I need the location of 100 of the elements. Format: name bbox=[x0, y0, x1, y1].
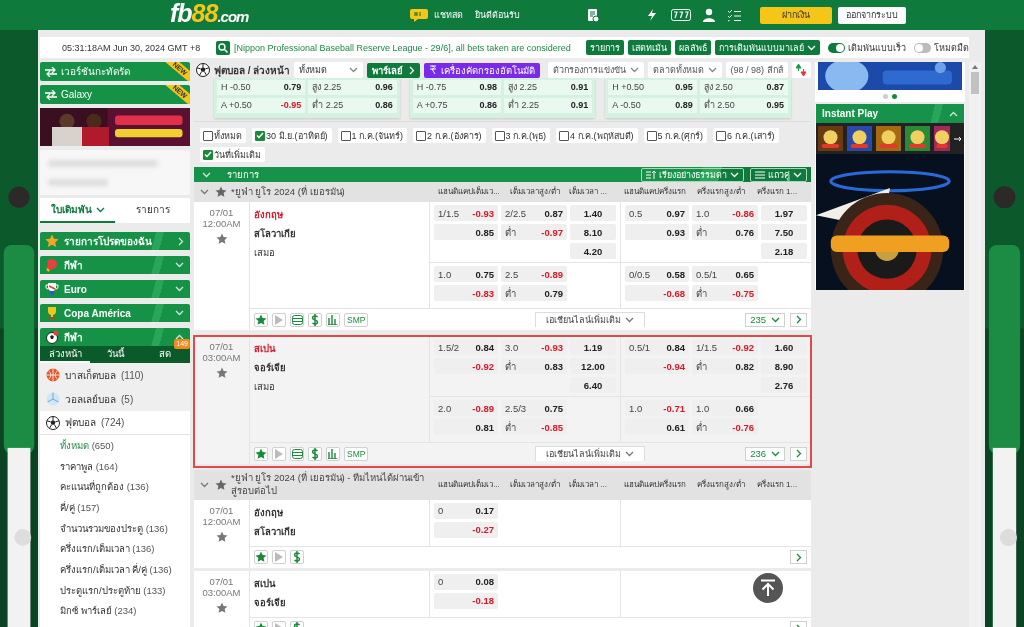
smp-button[interactable]: SMP bbox=[344, 312, 369, 327]
odds-cell[interactable]: 2.76 bbox=[761, 377, 807, 393]
market-count-dropdown[interactable]: 235 bbox=[745, 312, 785, 327]
odds-cell[interactable]: 2.18 bbox=[761, 243, 807, 259]
odds-cell[interactable]: -0.18 bbox=[434, 592, 498, 609]
filter-dropdown[interactable]: ทั้งหมด bbox=[294, 62, 363, 78]
chevron-down-icon[interactable] bbox=[200, 481, 209, 488]
odds-cell[interactable]: 0.5 0.97 bbox=[625, 205, 689, 221]
sort-button[interactable] bbox=[791, 62, 811, 78]
odds-cell[interactable]: 0.5/1 0.84 bbox=[625, 339, 689, 355]
view-dropdown[interactable]: แถวคู่ bbox=[750, 167, 807, 182]
checkbox[interactable] bbox=[203, 130, 213, 141]
tool-button[interactable] bbox=[254, 446, 268, 461]
nav-button[interactable]: ผลลัพธ์ bbox=[675, 40, 711, 55]
odds-cell[interactable]: H +0.50 0.95 bbox=[608, 80, 697, 95]
odds-cell[interactable]: H -0.50 0.79 bbox=[217, 80, 306, 95]
odds-cell[interactable]: สูง 2.25 0.96 bbox=[308, 80, 397, 95]
toggle-switch[interactable] bbox=[914, 42, 931, 53]
market-item[interactable]: ราคาพูล (164) bbox=[40, 455, 190, 477]
odds-cell[interactable]: 1/1.5 -0.93 bbox=[434, 205, 498, 221]
user-icon[interactable] bbox=[703, 8, 715, 22]
carousel-dot[interactable] bbox=[883, 94, 888, 99]
nav-button[interactable]: เสตทเม้น bbox=[628, 40, 671, 55]
odds-cell[interactable]: 0.5/1 0.65 bbox=[692, 266, 758, 282]
odds-cell[interactable]: 0.93 bbox=[625, 224, 689, 240]
tool-button[interactable] bbox=[254, 312, 268, 327]
market-item[interactable]: ครึ่งแรก/เต็มเวลา คี่/คู่ (136) bbox=[40, 559, 190, 580]
odds-cell[interactable]: 1/1.5 -0.92 bbox=[692, 339, 758, 355]
market-item[interactable]: คี่/คู่ (157) bbox=[40, 497, 190, 518]
odds-cell[interactable]: ต่ำ -0.76 bbox=[692, 419, 758, 435]
odds-cell[interactable]: ต่ำ 0.83 bbox=[501, 358, 567, 374]
next-button[interactable] bbox=[790, 446, 807, 461]
next-button[interactable] bbox=[790, 312, 807, 327]
odds-cell[interactable]: 2.0 -0.89 bbox=[434, 400, 498, 416]
toggle-switch[interactable] bbox=[828, 42, 845, 53]
odds-cell[interactable]: 0.81 bbox=[434, 419, 498, 435]
star-icon[interactable] bbox=[215, 601, 228, 614]
nav-button[interactable]: รายการ bbox=[586, 40, 624, 55]
checkbox[interactable] bbox=[646, 130, 657, 141]
odds-cell[interactable]: ต่ำ -0.97 bbox=[501, 224, 567, 240]
odds-cell[interactable]: ต่ำ 2.25 0.86 bbox=[308, 98, 397, 113]
odds-cell[interactable]: 0.85 bbox=[434, 224, 498, 240]
date-filter[interactable]: 2 ก.ค.(อังคาร) bbox=[413, 128, 486, 143]
checkbox[interactable] bbox=[716, 130, 727, 141]
date-filter[interactable]: 6 ก.ค.(เสาร์) bbox=[713, 128, 779, 143]
filter-dropdown[interactable]: ตัวกรองการแข่งขัน bbox=[547, 62, 644, 78]
odds-cell[interactable]: 1.0 0.66 bbox=[692, 400, 758, 416]
odds-cell[interactable]: 1.0 -0.71 bbox=[625, 400, 689, 416]
odds-cell[interactable]: -0.92 bbox=[434, 358, 498, 374]
odds-cell[interactable]: 3.0 -0.93 bbox=[501, 339, 567, 355]
odds-cell[interactable]: 2/2.5 0.87 bbox=[501, 205, 567, 221]
menu-section[interactable]: Copa América bbox=[40, 304, 190, 322]
sort-dropdown[interactable]: เรียงอย่างธรรมดา bbox=[641, 167, 744, 182]
checkbox[interactable] bbox=[494, 130, 505, 141]
odds-cell[interactable]: 0.61 bbox=[625, 419, 689, 435]
star-icon[interactable] bbox=[215, 478, 227, 491]
star-icon[interactable] bbox=[215, 233, 228, 245]
star-icon[interactable] bbox=[215, 530, 228, 543]
filter-dropdown[interactable]: ตลาดทั้งหมด bbox=[647, 62, 722, 78]
market-item[interactable]: มิกซ์ พาร์เลย์ (234) bbox=[40, 600, 190, 622]
market-item[interactable]: คะแนนที่ถูกต้อง (136) bbox=[40, 476, 190, 498]
odds-cell[interactable]: 8.10 bbox=[570, 224, 616, 240]
odds-cell[interactable]: H -0.75 0.98 bbox=[412, 80, 501, 95]
odds-cell[interactable]: 12.00 bbox=[570, 358, 616, 374]
auto-filter-button[interactable]: เครื่องคัดกรองอัตโนมัติ bbox=[423, 62, 540, 78]
odds-cell[interactable]: ต่ำ 0.76 bbox=[692, 224, 758, 240]
logo[interactable]: fb88.com bbox=[170, 0, 249, 32]
odds-cell[interactable]: -0.83 bbox=[434, 285, 498, 301]
odds-cell[interactable]: -0.27 bbox=[434, 521, 498, 538]
odds-cell[interactable]: ต่ำ 0.82 bbox=[692, 358, 758, 374]
market-item[interactable]: ทั้งหมด (650) bbox=[40, 435, 190, 456]
tool-button[interactable] bbox=[290, 312, 304, 327]
checklist-icon[interactable] bbox=[727, 8, 741, 22]
tab[interactable]: สด bbox=[140, 346, 190, 363]
odds-cell[interactable]: 0/0.5 0.58 bbox=[625, 266, 689, 282]
chat-icon[interactable] bbox=[410, 8, 428, 22]
date-filter[interactable]: วันที่เพิ่มเติม bbox=[200, 147, 265, 162]
odds-cell[interactable]: ต่ำ 2.25 0.91 bbox=[504, 98, 593, 113]
chevron-up-icon[interactable] bbox=[949, 110, 958, 117]
market-item[interactable]: ครึ่งแรก/เต็มเวลา (136) bbox=[40, 538, 190, 560]
sport-item[interactable]: วอลเลย์บอล (5) bbox=[40, 387, 190, 411]
next-button[interactable] bbox=[790, 550, 807, 565]
odds-type-dropdown[interactable]: การเดิมพันแบบมาเลย์ bbox=[715, 40, 820, 55]
odds-cell[interactable]: ต่ำ -0.85 bbox=[501, 419, 567, 435]
date-filter[interactable]: 3 ก.ค.(พุธ) bbox=[491, 128, 551, 143]
search-button[interactable] bbox=[216, 40, 230, 55]
odds-cell[interactable]: 1.5/2 0.84 bbox=[434, 339, 498, 355]
tool-button[interactable] bbox=[254, 550, 268, 565]
checkbox[interactable] bbox=[203, 149, 213, 160]
odds-cell[interactable]: 6.40 bbox=[570, 377, 616, 393]
tool-button[interactable] bbox=[326, 446, 340, 461]
date-filter[interactable]: 4 ก.ค.(พฤหัสบดี) bbox=[556, 128, 638, 143]
deposit-button[interactable]: ฝากเงิน bbox=[760, 6, 832, 24]
parlay-button[interactable]: พาร์เลย์ bbox=[366, 62, 420, 78]
smp-button[interactable]: SMP bbox=[344, 446, 369, 461]
more-lines-tab[interactable]: เอเชียนไลน์เพิ่มเติม bbox=[534, 446, 645, 461]
odds-cell[interactable]: 1.60 bbox=[761, 339, 807, 355]
odds-cell[interactable]: 1.0 0.75 bbox=[434, 266, 498, 282]
checkbox[interactable] bbox=[559, 130, 570, 141]
tool-button[interactable] bbox=[290, 446, 304, 461]
